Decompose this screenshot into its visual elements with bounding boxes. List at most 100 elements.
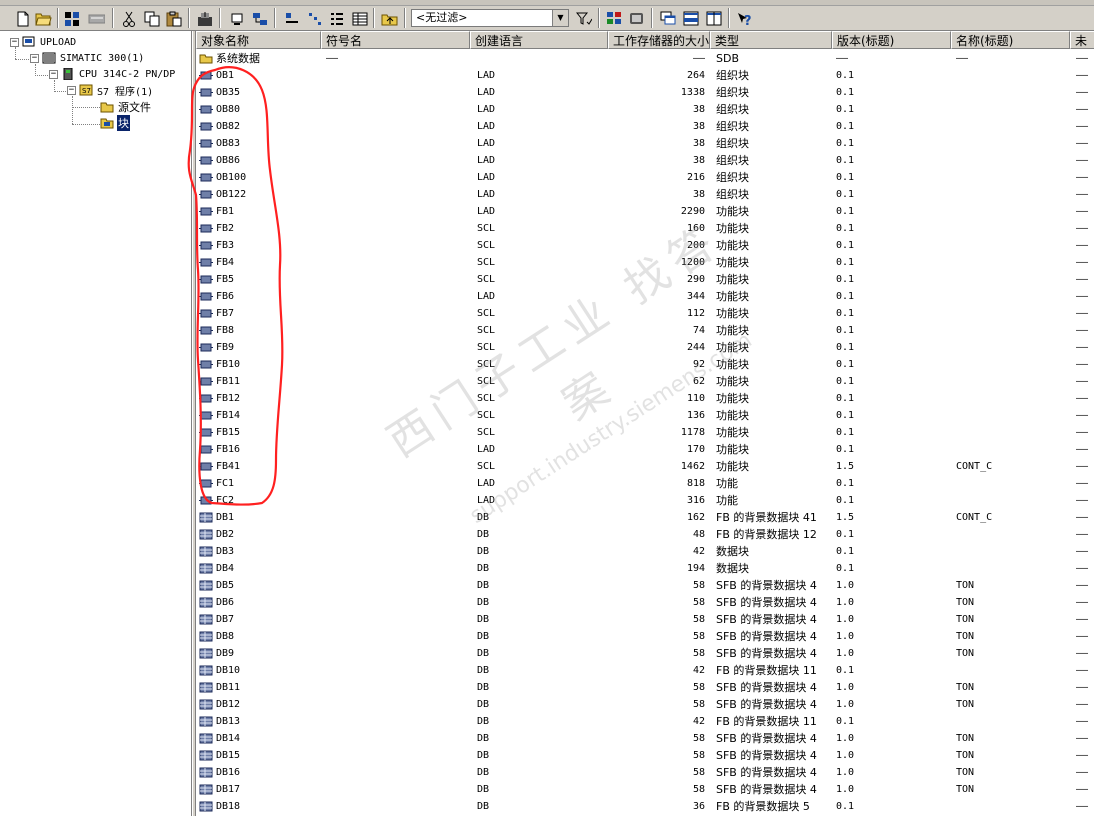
online-icon[interactable] xyxy=(228,10,245,27)
toolbar: <无过滤> ▼ ? xyxy=(0,0,1094,31)
offline-icon[interactable] xyxy=(251,10,268,27)
table-row[interactable]: FB2 SCL 160 功能块 0.1 —— xyxy=(196,220,1094,237)
table-row[interactable]: DB5 DB 58 SFB 的背景数据块 4 1.0 TON —— xyxy=(196,577,1094,594)
table-row[interactable]: FB1 LAD 2290 功能块 0.1 —— xyxy=(196,203,1094,220)
table-row[interactable]: FC1 LAD 818 功能 0.1 —— xyxy=(196,475,1094,492)
table-row[interactable]: OB100 LAD 216 组织块 0.1 —— xyxy=(196,169,1094,186)
table-row[interactable]: FB41 SCL 1462 功能块 1.5 CONT_C —— xyxy=(196,458,1094,475)
table-row[interactable]: FB14 SCL 136 功能块 0.1 —— xyxy=(196,407,1094,424)
table-row[interactable]: DB7 DB 58 SFB 的背景数据块 4 1.0 TON —— xyxy=(196,611,1094,628)
cell-lang: SCL xyxy=(477,342,496,353)
column-header-language[interactable]: 创建语言 xyxy=(470,31,608,49)
column-header-symbol[interactable]: 符号名 xyxy=(321,31,470,49)
table-row[interactable]: DB16 DB 58 SFB 的背景数据块 4 1.0 TON —— xyxy=(196,764,1094,781)
column-header-version[interactable]: 版本(标题) xyxy=(832,31,951,49)
table-row[interactable]: OB83 LAD 38 组织块 0.1 —— xyxy=(196,135,1094,152)
accessible-nodes-icon[interactable] xyxy=(64,10,81,27)
open-icon[interactable] xyxy=(35,10,52,27)
new-icon[interactable] xyxy=(14,10,31,27)
tree-node-blocks[interactable]: 块 xyxy=(100,115,130,131)
large-icons-icon[interactable] xyxy=(283,10,300,27)
cell-size: 290 xyxy=(686,274,705,285)
filter-icon[interactable] xyxy=(575,10,592,27)
tree-node-label: CPU 314C-2 PN/DP xyxy=(79,68,176,80)
table-row[interactable]: FB12 SCL 110 功能块 0.1 —— xyxy=(196,390,1094,407)
block-icon xyxy=(199,207,213,216)
cell-last: —— xyxy=(1076,206,1089,217)
table-row[interactable]: OB35 LAD 1338 组织块 0.1 —— xyxy=(196,84,1094,101)
table-row[interactable]: DB13 DB 42 FB 的背景数据块 11 0.1 —— xyxy=(196,713,1094,730)
column-header-last[interactable]: 未 xyxy=(1070,31,1094,49)
column-header-title[interactable]: 名称(标题) xyxy=(951,31,1070,49)
table-row[interactable]: FB5 SCL 290 功能块 0.1 —— xyxy=(196,271,1094,288)
table-row[interactable]: FB10 SCL 92 功能块 0.1 —— xyxy=(196,356,1094,373)
table-row[interactable]: DB3 DB 42 数据块 0.1 —— xyxy=(196,543,1094,560)
collapse-icon[interactable]: − xyxy=(30,53,39,63)
table-row[interactable]: FB4 SCL 1200 功能块 0.1 —— xyxy=(196,254,1094,271)
tile-vertical-icon[interactable] xyxy=(705,10,722,27)
small-icons-icon[interactable] xyxy=(306,10,323,27)
table-row[interactable]: FB6 LAD 344 功能块 0.1 —— xyxy=(196,288,1094,305)
block-icon xyxy=(199,190,213,199)
collapse-icon[interactable]: − xyxy=(10,37,19,47)
column-header-type[interactable]: 类型 xyxy=(710,31,832,49)
arrange-icon[interactable] xyxy=(659,10,676,27)
table-row[interactable]: FB9 SCL 244 功能块 0.1 —— xyxy=(196,339,1094,356)
filter-select[interactable]: <无过滤> ▼ xyxy=(411,9,569,27)
table-row[interactable]: OB122 LAD 38 组织块 0.1 —— xyxy=(196,186,1094,203)
table-row[interactable]: DB1 DB 162 FB 的背景数据块 41 1.5 CONT_C —— xyxy=(196,509,1094,526)
table-row[interactable]: 系统数据 —— —— SDB —— —— —— xyxy=(196,50,1094,67)
cell-size: 58 xyxy=(692,733,705,744)
table-row[interactable]: FC2 LAD 316 功能 0.1 —— xyxy=(196,492,1094,509)
table-row[interactable]: DB12 DB 58 SFB 的背景数据块 4 1.0 TON —— xyxy=(196,696,1094,713)
table-row[interactable]: OB1 LAD 264 组织块 0.1 —— xyxy=(196,67,1094,84)
block-icon xyxy=(199,224,213,233)
paste-icon[interactable] xyxy=(165,10,182,27)
table-row[interactable]: FB7 SCL 112 功能块 0.1 —— xyxy=(196,305,1094,322)
tree-node-cpu[interactable]: − CPU 314C-2 PN/DP xyxy=(49,67,176,81)
table-row[interactable]: DB6 DB 58 SFB 的背景数据块 4 1.0 TON —— xyxy=(196,594,1094,611)
tile-horizontal-icon[interactable] xyxy=(682,10,699,27)
table-row[interactable]: FB3 SCL 200 功能块 0.1 —— xyxy=(196,237,1094,254)
cut-icon[interactable] xyxy=(120,10,137,27)
tree-node-upload[interactable]: − UPLOAD xyxy=(10,35,77,49)
table-row[interactable]: DB10 DB 42 FB 的背景数据块 11 0.1 —— xyxy=(196,662,1094,679)
table-row[interactable]: DB4 DB 194 数据块 0.1 —— xyxy=(196,560,1094,577)
table-row[interactable]: OB86 LAD 38 组织块 0.1 —— xyxy=(196,152,1094,169)
simatic-manager-icon[interactable] xyxy=(606,10,623,27)
copy-icon[interactable] xyxy=(143,10,160,27)
table-row[interactable]: OB80 LAD 38 组织块 0.1 —— xyxy=(196,101,1094,118)
table-row[interactable]: DB14 DB 58 SFB 的背景数据块 4 1.0 TON —— xyxy=(196,730,1094,747)
table-row[interactable]: OB82 LAD 38 组织块 0.1 —— xyxy=(196,118,1094,135)
table-row[interactable]: FB16 LAD 170 功能块 0.1 —— xyxy=(196,441,1094,458)
cell-last: —— xyxy=(1076,223,1089,234)
cell-symbol xyxy=(326,152,466,169)
list-icon[interactable] xyxy=(328,10,345,27)
table-row[interactable]: FB15 SCL 1178 功能块 0.1 —— xyxy=(196,424,1094,441)
details-icon[interactable] xyxy=(351,10,368,27)
tree-node-sources[interactable]: 源文件 xyxy=(100,100,152,114)
cell-size: 170 xyxy=(686,444,705,455)
table-row[interactable]: DB8 DB 58 SFB 的背景数据块 4 1.0 TON —— xyxy=(196,628,1094,645)
up-level-icon[interactable] xyxy=(381,10,398,27)
column-header-object-name[interactable]: 对象名称 xyxy=(196,31,321,49)
column-header-size[interactable]: 工作存储器的大小 xyxy=(608,31,710,49)
table-row[interactable]: FB8 SCL 74 功能块 0.1 —— xyxy=(196,322,1094,339)
tree-node-s7-program[interactable]: − S7 S7 程序(1) xyxy=(67,83,154,98)
memory-card-icon[interactable] xyxy=(88,10,105,27)
table-row[interactable]: FB11 SCL 62 功能块 0.1 —— xyxy=(196,373,1094,390)
table-row[interactable]: DB2 DB 48 FB 的背景数据块 12 0.1 —— xyxy=(196,526,1094,543)
table-row[interactable]: DB18 DB 36 FB 的背景数据块 5 0.1 —— xyxy=(196,798,1094,815)
config-network-icon[interactable] xyxy=(628,10,645,27)
table-row[interactable]: DB17 DB 58 SFB 的背景数据块 4 1.0 TON —— xyxy=(196,781,1094,798)
help-icon[interactable]: ? xyxy=(736,10,753,27)
collapse-icon[interactable]: − xyxy=(67,85,76,95)
table-row[interactable]: DB9 DB 58 SFB 的背景数据块 4 1.0 TON —— xyxy=(196,645,1094,662)
table-row[interactable]: DB15 DB 58 SFB 的背景数据块 4 1.0 TON —— xyxy=(196,747,1094,764)
chevron-down-icon[interactable]: ▼ xyxy=(552,10,568,26)
collapse-icon[interactable]: − xyxy=(49,69,58,79)
download-icon[interactable] xyxy=(196,10,213,27)
table-row[interactable]: DB11 DB 58 SFB 的背景数据块 4 1.0 TON —— xyxy=(196,679,1094,696)
tree-node-station[interactable]: − SIMATIC 300(1) xyxy=(30,51,145,65)
cell-lang: DB xyxy=(477,580,490,591)
